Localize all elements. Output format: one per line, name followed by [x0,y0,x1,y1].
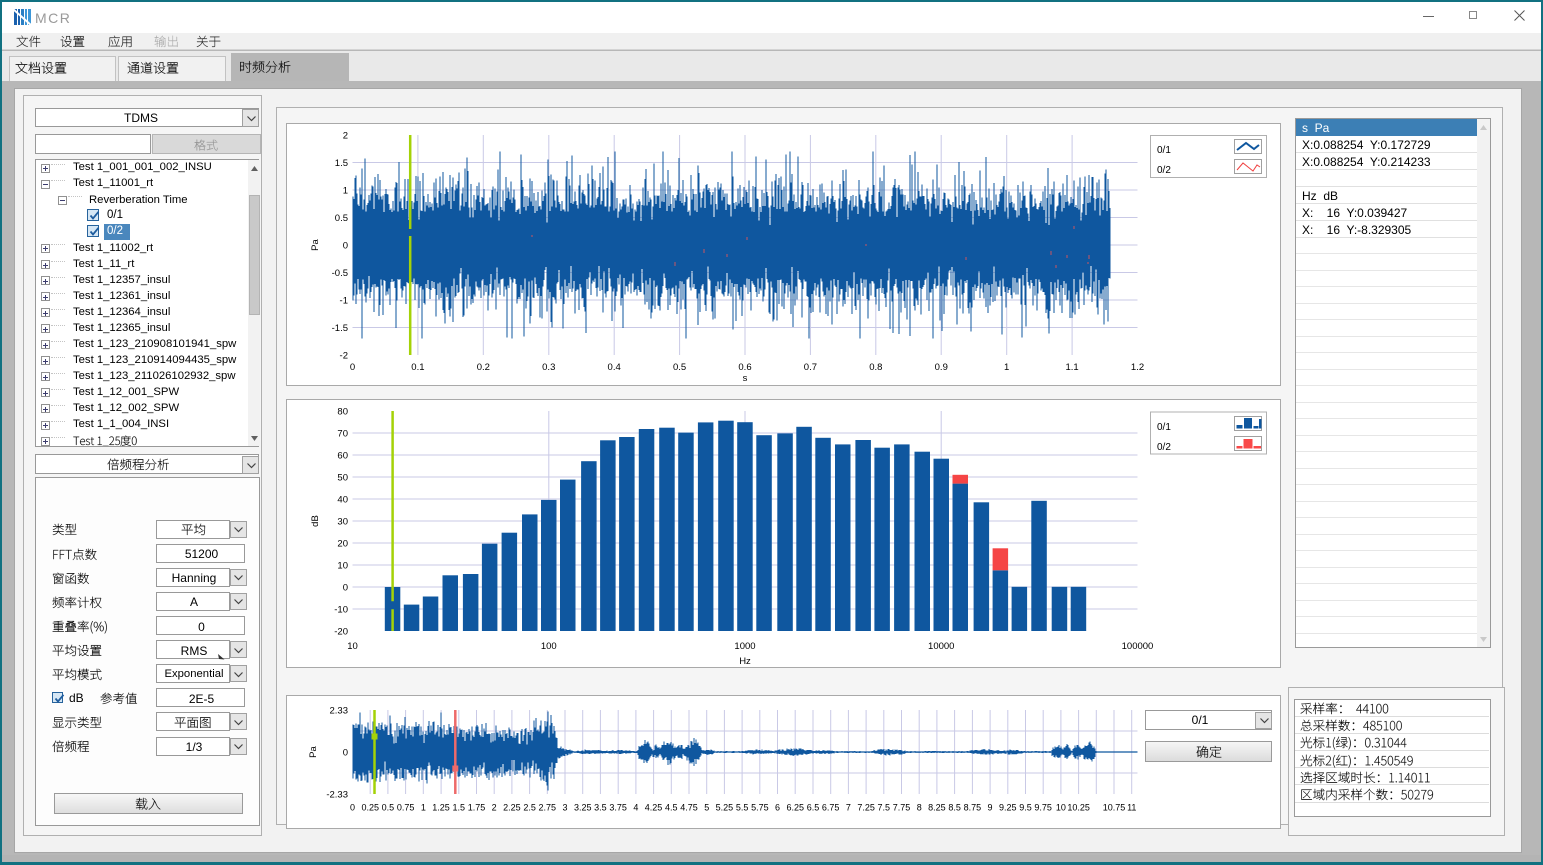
svg-text:100: 100 [541,641,557,652]
svg-text:0.3: 0.3 [542,362,555,373]
svg-text:8.75: 8.75 [964,803,982,813]
svg-text:0.9: 0.9 [935,362,948,373]
svg-text:4.25: 4.25 [645,803,663,813]
svg-text:-2.33: -2.33 [326,790,348,801]
svg-text:11: 11 [1127,803,1136,813]
svg-text:0/1: 0/1 [1157,422,1171,433]
svg-text:0.5: 0.5 [335,213,348,224]
svg-text:5: 5 [704,803,709,813]
svg-text:2: 2 [343,130,348,141]
svg-text:7: 7 [846,803,851,813]
svg-text:1: 1 [343,185,348,196]
svg-text:-1: -1 [340,295,348,306]
svg-text:-20: -20 [334,626,348,637]
svg-text:10.75: 10.75 [1103,803,1126,813]
svg-text:10: 10 [337,560,348,571]
svg-text:-2: -2 [340,350,348,361]
svg-text:4.5: 4.5 [665,803,678,813]
svg-text:50: 50 [337,472,348,483]
svg-text:5.25: 5.25 [716,803,734,813]
svg-text:1: 1 [421,803,426,813]
svg-text:9: 9 [988,803,993,813]
svg-text:60: 60 [337,450,348,461]
svg-text:6.75: 6.75 [822,803,840,813]
svg-text:0.75: 0.75 [397,803,415,813]
svg-text:-0.5: -0.5 [332,268,348,279]
svg-text:3: 3 [563,803,568,813]
svg-text:0: 0 [343,748,348,759]
svg-text:0.25: 0.25 [361,803,379,813]
svg-text:1: 1 [1004,362,1009,373]
svg-text:0.1: 0.1 [411,362,424,373]
svg-text:0.8: 0.8 [869,362,882,373]
svg-text:7.25: 7.25 [857,803,875,813]
svg-text:0: 0 [350,803,355,813]
svg-text:2.33: 2.33 [330,706,349,717]
svg-text:2: 2 [492,803,497,813]
svg-text:1.1: 1.1 [1065,362,1078,373]
svg-text:2.75: 2.75 [539,803,557,813]
svg-text:6.5: 6.5 [807,803,820,813]
svg-text:40: 40 [337,494,348,505]
svg-text:10000: 10000 [928,641,954,652]
svg-text:5.5: 5.5 [736,803,749,813]
svg-text:4: 4 [633,803,638,813]
svg-text:7.75: 7.75 [893,803,911,813]
svg-text:9.25: 9.25 [999,803,1017,813]
svg-text:6: 6 [775,803,780,813]
svg-text:0: 0 [350,362,355,373]
svg-text:0.4: 0.4 [608,362,621,373]
svg-text:1.5: 1.5 [453,803,466,813]
svg-text:6.25: 6.25 [786,803,804,813]
svg-text:3.5: 3.5 [594,803,607,813]
svg-text:0/2: 0/2 [1157,442,1171,453]
svg-text:4.75: 4.75 [680,803,698,813]
svg-text:9.75: 9.75 [1034,803,1052,813]
svg-text:-1.5: -1.5 [332,323,348,334]
svg-text:1.75: 1.75 [468,803,486,813]
svg-text:0.7: 0.7 [804,362,817,373]
svg-text:dB: dB [310,515,321,527]
svg-text:0.6: 0.6 [738,362,751,373]
svg-text:8.5: 8.5 [948,803,961,813]
svg-text:0: 0 [343,240,348,251]
svg-text:0/2: 0/2 [1157,165,1171,176]
svg-text:70: 70 [337,428,348,439]
svg-text:Pa: Pa [308,745,319,757]
svg-text:Hz: Hz [739,656,751,667]
svg-text:8: 8 [917,803,922,813]
svg-text:8.25: 8.25 [928,803,946,813]
svg-text:30: 30 [337,516,348,527]
svg-text:100000: 100000 [1122,641,1154,652]
svg-text:5.75: 5.75 [751,803,769,813]
svg-text:0.5: 0.5 [382,803,395,813]
svg-text:Pa: Pa [310,238,321,250]
svg-text:3.75: 3.75 [609,803,627,813]
svg-text:3.25: 3.25 [574,803,592,813]
svg-text:2.25: 2.25 [503,803,521,813]
svg-text:9.5: 9.5 [1019,803,1032,813]
svg-text:7.5: 7.5 [878,803,891,813]
svg-text:1.5: 1.5 [335,158,348,169]
svg-text:-10: -10 [334,604,348,615]
svg-text:0.5: 0.5 [673,362,686,373]
svg-text:0: 0 [343,582,348,593]
svg-text:s: s [743,373,748,384]
svg-text:0.2: 0.2 [477,362,490,373]
svg-text:1.2: 1.2 [1131,362,1144,373]
svg-text:10.25: 10.25 [1067,803,1090,813]
svg-text:1000: 1000 [734,641,755,652]
svg-text:80: 80 [337,406,348,417]
svg-text:0/1: 0/1 [1157,145,1171,156]
svg-text:1.25: 1.25 [432,803,450,813]
svg-text:10: 10 [347,641,358,652]
svg-text:20: 20 [337,538,348,549]
svg-text:10: 10 [1056,803,1066,813]
svg-text:2.5: 2.5 [523,803,536,813]
